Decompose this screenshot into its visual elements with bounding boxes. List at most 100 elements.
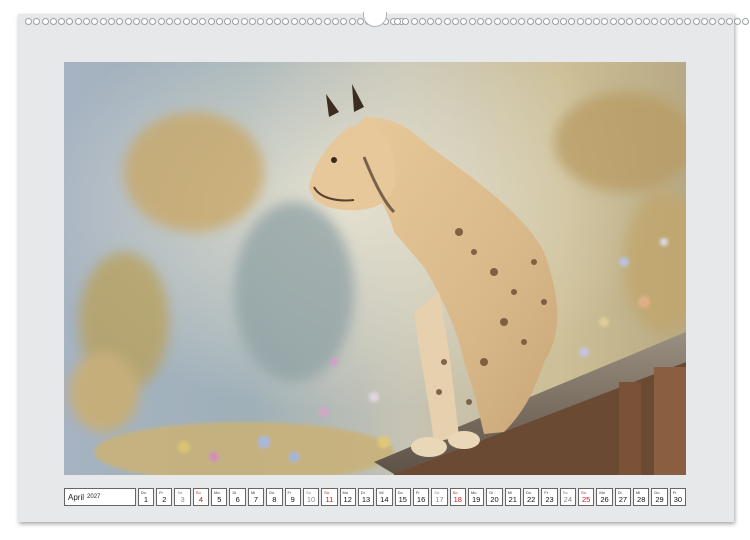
- day-number: 15: [398, 495, 407, 504]
- binding-ring-icon: [323, 18, 331, 25]
- binding-ring-icon: [443, 18, 451, 25]
- binding-ring-icon: [410, 18, 418, 25]
- binding-ring-icon: [49, 18, 57, 25]
- binding-ring-icon: [510, 18, 518, 25]
- binding-ring-icon: [626, 18, 634, 25]
- binding-ring-icon: [282, 18, 290, 25]
- binding-ring-icon: [157, 18, 165, 25]
- day-number: 22: [526, 495, 536, 504]
- binding-ring-icon: [501, 18, 509, 25]
- calendar-day: Mo 12: [339, 488, 356, 506]
- binding-ring-icon: [298, 18, 306, 25]
- day-number: 11: [325, 495, 334, 504]
- calendar-day: So 18: [449, 488, 466, 506]
- binding-ring-icon: [348, 18, 356, 25]
- calendar-day: Mi 7: [247, 488, 265, 506]
- binding-ring-icon: [25, 18, 32, 25]
- binding-ring-icon: [232, 18, 240, 25]
- binding-ring-icon: [33, 18, 41, 25]
- binding-ring-icon: [402, 18, 410, 25]
- binding-ring-icon: [315, 18, 323, 25]
- binding-ring-icon: [174, 18, 182, 25]
- day-number: 25: [582, 495, 591, 504]
- binding-ring-icon: [476, 18, 484, 25]
- day-number: 1: [143, 495, 149, 504]
- binding-ring-icon: [535, 18, 543, 25]
- calendar-day: Do 22: [522, 488, 540, 506]
- binding-ring-icon: [124, 18, 132, 25]
- binding-ring-icon: [601, 18, 609, 25]
- binding-ring-icon: [116, 18, 124, 25]
- day-number: 9: [290, 495, 295, 504]
- calendar-day: Mo 5: [211, 488, 228, 506]
- day-number: 7: [253, 495, 259, 504]
- binding-ring-icon: [692, 18, 700, 25]
- calendar-day: Di 27: [614, 488, 632, 506]
- binding-ring-icon: [331, 18, 339, 25]
- calendar-day: Mo 26: [596, 488, 613, 506]
- binding-ring-icon: [518, 18, 526, 25]
- calendar-day: Do 1: [137, 488, 155, 506]
- calendar-day: Fr 9: [284, 488, 301, 506]
- day-number: 30: [673, 495, 683, 504]
- calendar-day: So 25: [578, 488, 595, 506]
- binding-rings-left: [25, 18, 406, 26]
- binding-ring-icon: [418, 18, 426, 25]
- day-number: 27: [618, 495, 628, 504]
- binding-ring-icon: [742, 18, 750, 25]
- day-number: 18: [453, 495, 462, 504]
- binding-ring-icon: [190, 18, 198, 25]
- binding-ring-icon: [224, 18, 232, 25]
- calendar-day: Fr 16: [412, 488, 430, 506]
- year-label: 2027: [87, 494, 101, 500]
- calendar-day: Sa 17: [431, 488, 448, 506]
- calendar-day: Sa 10: [302, 488, 320, 506]
- binding-ring-icon: [676, 18, 684, 25]
- day-number: 10: [306, 495, 316, 504]
- binding-ring-icon: [340, 18, 348, 25]
- lynx-photo: [64, 62, 686, 475]
- binding-ring-icon: [526, 18, 534, 25]
- day-number: 14: [380, 495, 389, 504]
- calendar-strip: April 2027 Do 1 Fr 2 Sa 3 So 4 Mo 5 Di 6 Mi 7 Do 8 Fr 9 Sa…: [64, 488, 687, 508]
- binding-ring-icon: [493, 18, 501, 25]
- binding-ring-icon: [91, 18, 99, 25]
- binding-rings-right: [394, 18, 750, 26]
- binding-ring-icon: [215, 18, 223, 25]
- calendar-day: Do 8: [266, 488, 283, 506]
- binding-ring-icon: [74, 18, 82, 25]
- binding-ring-icon: [460, 18, 468, 25]
- binding-ring-icon: [41, 18, 49, 25]
- binding-ring-icon: [452, 18, 460, 25]
- day-number: 5: [217, 495, 222, 504]
- calendar-day: So 4: [192, 488, 210, 506]
- binding-ring-icon: [568, 18, 576, 25]
- day-number: 4: [198, 495, 204, 504]
- binding-ring-icon: [734, 18, 742, 25]
- calendar-day: Fr 30: [669, 488, 687, 506]
- day-number: 8: [272, 495, 277, 504]
- calendar-sheet: April 2027 Do 1 Fr 2 Sa 3 So 4 Mo 5 Di 6 Mi 7 Do 8 Fr 9 Sa…: [18, 12, 750, 522]
- binding-ring-icon: [132, 18, 140, 25]
- binding-ring-icon: [576, 18, 584, 25]
- calendar-day: Sa 3: [174, 488, 191, 506]
- binding-ring-icon: [618, 18, 626, 25]
- binding-ring-icon: [199, 18, 207, 25]
- day-number: 17: [435, 495, 444, 504]
- day-number: 23: [545, 495, 554, 504]
- binding-ring-icon: [642, 18, 650, 25]
- day-number: 29: [655, 495, 664, 504]
- calendar-day: Mi 28: [633, 488, 650, 506]
- binding-ring-icon: [435, 18, 443, 25]
- binding-ring-icon: [307, 18, 315, 25]
- calendar-day: Di 13: [357, 488, 375, 506]
- binding-ring-icon: [709, 18, 717, 25]
- calendar-day: Fr 2: [156, 488, 173, 506]
- binding-ring-icon: [468, 18, 476, 25]
- binding-ring-icon: [207, 18, 215, 25]
- calendar-day: Fr 23: [541, 488, 558, 506]
- binding-ring-icon: [66, 18, 74, 25]
- binding-ring-icon: [182, 18, 190, 25]
- day-number: 19: [471, 495, 481, 504]
- month-label-box: April 2027: [64, 488, 136, 506]
